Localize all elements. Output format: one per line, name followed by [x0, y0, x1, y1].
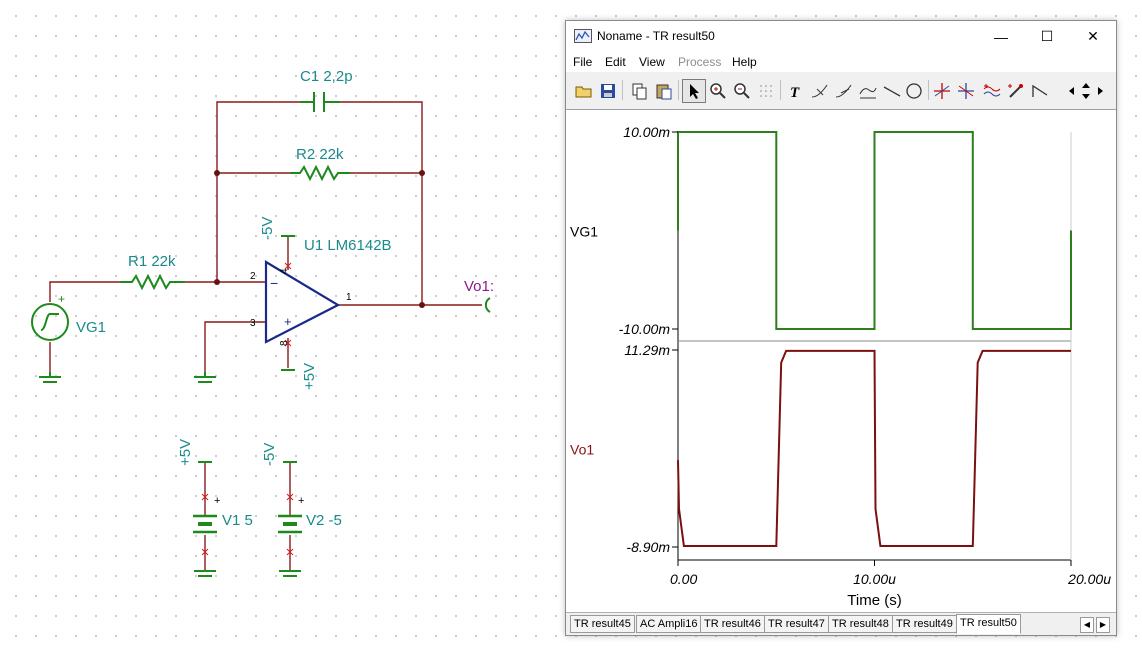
close-button[interactable]: ✕: [1070, 21, 1116, 52]
toolbar: T: [566, 76, 1116, 106]
c1-label: C1 2,2p: [300, 68, 353, 85]
x-tick-label: 20.00u: [1067, 571, 1111, 587]
cursor-b-icon[interactable]: [832, 79, 856, 103]
output-connector-icon[interactable]: [484, 297, 491, 313]
v1-rail-label: +5V: [177, 439, 194, 466]
resistor-r2[interactable]: [290, 164, 350, 182]
trace-vo1[interactable]: [677, 349, 1071, 547]
junction-dot: [214, 170, 220, 176]
ground-icon: [194, 372, 216, 383]
text-icon[interactable]: T: [784, 79, 808, 103]
vo1-label: Vo1:: [464, 278, 494, 295]
copy-icon[interactable]: [628, 79, 652, 103]
plot-area[interactable]: 10.00m -10.00m VG1 11.29m -8.90m Vo1 0.00 10.00…: [566, 109, 1116, 612]
v1-label: V1 5: [222, 512, 253, 529]
y-tick-label: -10.00m: [619, 321, 671, 337]
tab-tr-result48[interactable]: TR result48: [828, 615, 893, 633]
svg-text:T: T: [790, 85, 800, 101]
x-axis-label: Time (s): [847, 592, 901, 609]
minimize-button[interactable]: —: [978, 21, 1024, 52]
tab-ac-ampli16[interactable]: AC Ampli16: [636, 615, 702, 633]
curve-icon[interactable]: [856, 79, 880, 103]
junction-dot: [419, 302, 425, 308]
tab-tr-result49[interactable]: TR result49: [892, 615, 957, 633]
menu-bar: File Edit View Process Help: [566, 52, 1116, 72]
probe-icon[interactable]: [1004, 79, 1028, 103]
battery-v2[interactable]: [278, 514, 302, 534]
opamp-u1[interactable]: − +: [264, 260, 341, 344]
battery-v1[interactable]: [193, 514, 217, 534]
tab-tr-result45[interactable]: TR result45: [570, 615, 635, 633]
menu-view[interactable]: View: [639, 55, 665, 69]
y-tick-label: 11.29m: [624, 342, 670, 358]
pin-2-label: 2: [250, 271, 256, 282]
v2-rail-label: -5V: [261, 443, 278, 466]
zoom-in-icon[interactable]: [706, 79, 730, 103]
schematic-canvas[interactable]: − + + + + C1 2,2p R2 22k R1 22k U1 LM614…: [0, 0, 560, 651]
series-label-vg1: VG1: [570, 224, 598, 240]
rail-label-plus: +5V: [301, 363, 318, 390]
window-title: Noname - TR result50: [597, 29, 715, 43]
menu-file[interactable]: File: [573, 55, 592, 69]
menu-edit[interactable]: Edit: [605, 55, 626, 69]
ramp-icon[interactable]: [1028, 79, 1052, 103]
r2-label: R2 22k: [296, 146, 344, 163]
capacitor-c1[interactable]: [300, 92, 340, 112]
opamp-plus-sign: +: [284, 314, 292, 329]
menu-process[interactable]: Process: [678, 55, 721, 69]
x-tick-label: 0.00: [670, 571, 697, 587]
trace-vg1[interactable]: [677, 131, 1072, 330]
ground-icon: [194, 570, 216, 577]
title-bar[interactable]: Noname - TR result50 — ☐ ✕: [566, 21, 1116, 52]
open-icon[interactable]: [572, 79, 596, 103]
tab-tr-result50[interactable]: TR result50: [956, 614, 1021, 634]
result-tabs: TR result45 AC Ampli16 TR result46 TR resul…: [566, 612, 1116, 635]
y-tick-label: -8.90m: [626, 539, 670, 555]
circle-icon[interactable]: [902, 79, 926, 103]
ground-icon: [279, 570, 301, 577]
r1-label: R1 22k: [128, 253, 176, 270]
toolbar-scroll-right[interactable]: [1088, 79, 1104, 103]
vg1-label: VG1: [76, 319, 106, 336]
opamp-minus-sign: −: [270, 275, 278, 291]
feedback-wire: [216, 101, 423, 305]
zoom-out-icon[interactable]: [730, 79, 754, 103]
input-wire: [49, 281, 266, 302]
pin-8-label: 8: [279, 340, 290, 346]
cursor-a-icon[interactable]: [808, 79, 832, 103]
maximize-button[interactable]: ☐: [1024, 21, 1070, 52]
v1-plus-sign: +: [214, 495, 220, 507]
menu-help[interactable]: Help: [732, 55, 757, 69]
pin-4-label: 4: [279, 268, 290, 274]
marker-b-icon[interactable]: [954, 79, 978, 103]
x-tick-label: 10.00u: [853, 571, 896, 587]
tabs-scroll-right[interactable]: ▶: [1096, 617, 1110, 633]
resistor-r1[interactable]: [120, 273, 185, 291]
vg1-plus-sign: +: [58, 292, 65, 306]
v2-plus-sign: +: [298, 495, 304, 507]
tr-result-window[interactable]: Noname - TR result50 — ☐ ✕ File Edit Vie…: [565, 20, 1117, 636]
junction-dot: [214, 279, 220, 285]
pin-1-label: 1: [346, 292, 352, 303]
ground-icon: [39, 372, 61, 383]
pin-3-label: 3: [250, 318, 256, 329]
line-icon[interactable]: [880, 79, 904, 103]
tab-tr-result46[interactable]: TR result46: [700, 615, 765, 633]
pointer-icon[interactable]: [682, 79, 706, 103]
series-label-vo1: Vo1: [570, 442, 594, 458]
rail-label-minus: -5V: [259, 217, 276, 240]
tab-tr-result47[interactable]: TR result47: [764, 615, 829, 633]
marker-a-icon[interactable]: [930, 79, 954, 103]
grid-icon[interactable]: [754, 79, 778, 103]
app-icon: [574, 29, 592, 43]
y-tick-label: 10.00m: [623, 124, 670, 140]
save-icon[interactable]: [596, 79, 620, 103]
paste-icon[interactable]: [652, 79, 676, 103]
u1-label: U1 LM6142B: [304, 237, 392, 254]
waves-icon[interactable]: [980, 79, 1004, 103]
tabs-scroll-left[interactable]: ◀: [1080, 617, 1094, 633]
junction-dot: [419, 170, 425, 176]
noninv-wire: [204, 321, 266, 375]
v2-label: V2 -5: [306, 512, 342, 529]
